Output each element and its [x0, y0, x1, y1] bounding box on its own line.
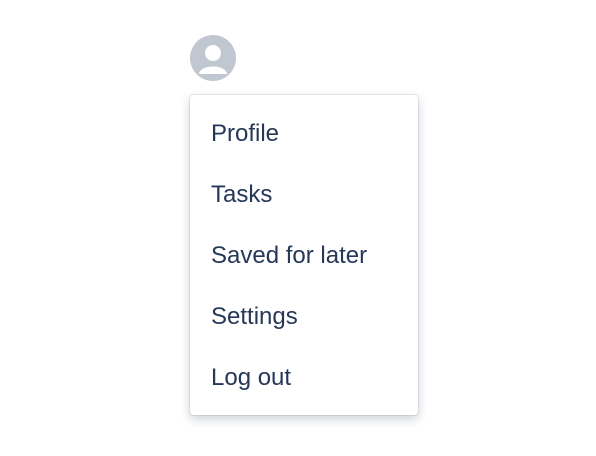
account-dropdown-menu: Profile Tasks Saved for later Settings L… — [190, 95, 418, 415]
menu-item-log-out[interactable]: Log out — [190, 347, 418, 408]
account-menu-area: Profile Tasks Saved for later Settings L… — [0, 0, 596, 456]
avatar-button[interactable] — [190, 35, 236, 81]
user-avatar-icon — [199, 45, 227, 74]
menu-item-profile[interactable]: Profile — [190, 103, 418, 164]
menu-item-tasks[interactable]: Tasks — [190, 164, 418, 225]
menu-item-settings[interactable]: Settings — [190, 286, 418, 347]
menu-item-saved-for-later[interactable]: Saved for later — [190, 225, 418, 286]
